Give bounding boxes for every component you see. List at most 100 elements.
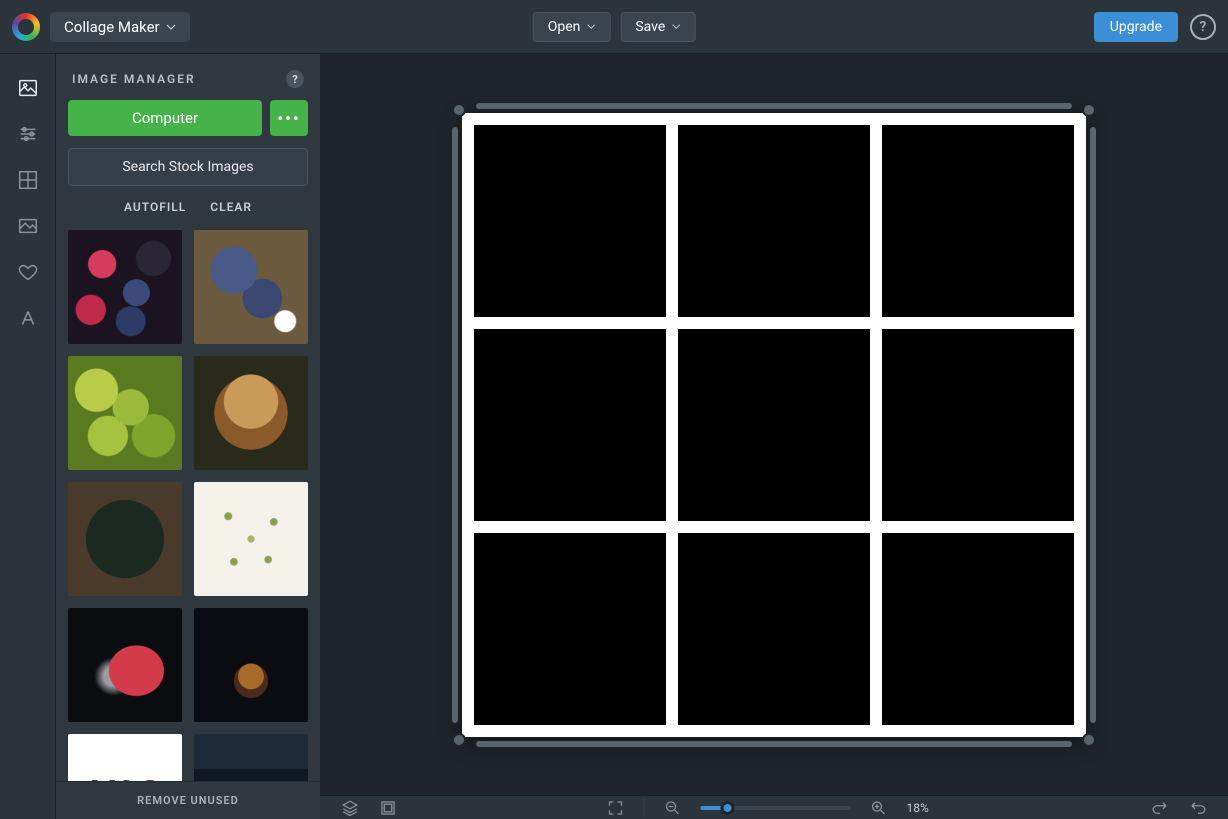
separator — [644, 799, 645, 817]
thumb-screenshot-dark[interactable] — [194, 734, 308, 781]
thumb-eggs-avocado-plate[interactable] — [68, 482, 182, 596]
rail-favorites[interactable] — [16, 260, 40, 284]
brand-logo[interactable] — [12, 13, 40, 41]
cell-1-burger[interactable] — [474, 125, 666, 317]
panel-title: IMAGE MANAGER — [72, 72, 196, 86]
rail-text[interactable] — [16, 306, 40, 330]
bottom-toolbar: 18% — [320, 795, 1228, 819]
rail-adjust[interactable] — [16, 122, 40, 146]
redo-icon — [1151, 799, 1169, 817]
upgrade-label: Upgrade — [1110, 19, 1162, 35]
zoom-slider-track[interactable] — [701, 806, 851, 810]
upgrade-button[interactable]: Upgrade — [1094, 12, 1178, 42]
remove-unused-button[interactable]: REMOVE UNUSED — [56, 781, 320, 819]
zoom-in-icon — [870, 799, 888, 817]
thumb-blueberries-bowl[interactable] — [194, 230, 308, 344]
cell-4-berries[interactable] — [474, 329, 666, 521]
zoom-slider[interactable] — [701, 806, 851, 810]
heart-icon — [17, 261, 39, 283]
thumb-herbs-flatlay[interactable] — [194, 482, 308, 596]
panel-body: Computer ••• Search Stock Images AUTOFIL… — [56, 100, 320, 781]
ruler-bottom[interactable] — [476, 741, 1072, 747]
undo-icon — [1189, 799, 1207, 817]
dots-icon: ••• — [277, 109, 300, 128]
layers-button[interactable] — [340, 798, 360, 818]
top-right-group: Upgrade ? — [1094, 12, 1216, 42]
thumbnail-scroll[interactable]: M&S — [68, 230, 308, 781]
cell-9-burger[interactable] — [882, 533, 1074, 725]
thumb-strawberry-splash[interactable] — [68, 608, 182, 722]
collage-board[interactable] — [462, 113, 1086, 737]
search-stock-label: Search Stock Images — [122, 159, 253, 175]
upload-row: Computer ••• — [68, 100, 308, 136]
undo-button[interactable] — [1188, 798, 1208, 818]
ruler-right[interactable] — [1090, 127, 1096, 723]
fit-icon — [607, 799, 625, 817]
upload-more-button[interactable]: ••• — [270, 100, 308, 136]
thumbnail-grid: M&S — [68, 230, 308, 781]
thumb-burger-knife[interactable] — [194, 608, 308, 722]
help-button[interactable]: ? — [1190, 14, 1216, 40]
save-button[interactable]: Save — [620, 12, 695, 42]
thumb-pork-chop[interactable] — [194, 356, 308, 470]
bb-right — [1150, 798, 1208, 818]
cell-2-strawberry[interactable] — [678, 125, 870, 317]
cell-5-herbs[interactable] — [678, 329, 870, 521]
clear-button[interactable]: CLEAR — [210, 200, 252, 214]
resize-handle-bottom-left[interactable] — [452, 733, 466, 747]
autofill-clear-row: AUTOFILL CLEAR — [68, 198, 308, 218]
open-button[interactable]: Open — [533, 12, 611, 42]
panel-help-button[interactable]: ? — [286, 70, 304, 88]
cell-7-blueberries[interactable] — [474, 533, 666, 725]
thumb-pears[interactable] — [68, 356, 182, 470]
autofill-button[interactable]: AUTOFILL — [124, 200, 186, 214]
save-label: Save — [635, 19, 665, 35]
rail-image-library[interactable] — [16, 76, 40, 100]
fit-screen-button[interactable] — [606, 798, 626, 818]
search-stock-button[interactable]: Search Stock Images — [68, 148, 308, 186]
bb-center: 18% — [606, 798, 943, 818]
bb-left — [340, 798, 398, 818]
text-icon — [17, 307, 39, 329]
zoom-out-button[interactable] — [663, 798, 683, 818]
rail-layouts[interactable] — [16, 168, 40, 192]
upload-computer-button[interactable]: Computer — [68, 100, 262, 136]
ruler-top[interactable] — [476, 103, 1072, 109]
upload-computer-label: Computer — [132, 109, 198, 127]
thumb-m-and-s-logo[interactable]: M&S — [68, 734, 182, 781]
canvas-viewport[interactable] — [320, 54, 1228, 795]
resize-handle-top-left[interactable] — [452, 103, 466, 117]
remove-unused-label: REMOVE UNUSED — [137, 794, 239, 807]
board-wrap — [442, 93, 1106, 757]
top-bar: Collage Maker Open Save Upgrade ? — [0, 0, 1228, 54]
ruler-left[interactable] — [452, 127, 458, 723]
cell-6-pork[interactable] — [882, 329, 1074, 521]
panel-header: IMAGE MANAGER ? — [56, 54, 320, 100]
zoom-slider-knob[interactable] — [721, 801, 735, 815]
main-row: IMAGE MANAGER ? Computer ••• Search Stoc… — [0, 54, 1228, 819]
cell-8-eggs[interactable] — [678, 533, 870, 725]
layers-icon — [341, 799, 359, 817]
thumb-berries-mixed[interactable] — [68, 230, 182, 344]
background-icon — [17, 215, 39, 237]
zoom-percent-label: 18% — [907, 801, 943, 815]
rail-background[interactable] — [16, 214, 40, 238]
cell-3-pears[interactable] — [882, 125, 1074, 317]
top-center-group: Open Save — [533, 12, 696, 42]
open-label: Open — [548, 19, 581, 35]
app-selector-label: Collage Maker — [64, 18, 160, 36]
image-manager-panel: IMAGE MANAGER ? Computer ••• Search Stoc… — [56, 54, 320, 819]
zoom-in-button[interactable] — [869, 798, 889, 818]
sliders-icon — [17, 123, 39, 145]
resize-handle-bottom-right[interactable] — [1082, 733, 1096, 747]
canvas-area: 18% — [320, 54, 1228, 819]
chevron-down-icon — [586, 22, 595, 31]
canvas-icon — [379, 799, 397, 817]
resize-handle-top-right[interactable] — [1082, 103, 1096, 117]
zoom-out-icon — [664, 799, 682, 817]
chevron-down-icon — [671, 22, 680, 31]
redo-button[interactable] — [1150, 798, 1170, 818]
canvas-settings-button[interactable] — [378, 798, 398, 818]
app-selector-dropdown[interactable]: Collage Maker — [50, 12, 190, 42]
layout-icon — [17, 169, 39, 191]
